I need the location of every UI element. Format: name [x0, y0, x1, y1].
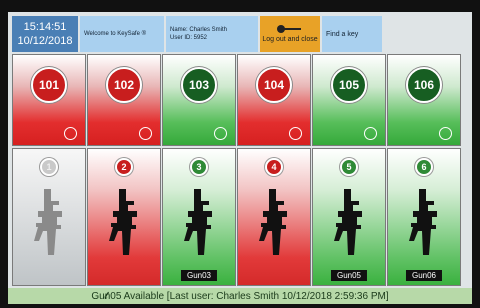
key-slot-103[interactable]: 103 — [162, 54, 236, 146]
slot-number: 105 — [331, 67, 367, 103]
key-slot-104[interactable]: 104 — [237, 54, 311, 146]
gun-slot-2[interactable]: 2 — [87, 148, 161, 286]
welcome-banner: Welcome to KeySafe ® — [80, 16, 164, 52]
slot-number: 102 — [106, 67, 142, 103]
logout-label: Log out and close — [262, 36, 318, 43]
rifle-icon — [184, 189, 212, 255]
slot-indicator-icon — [214, 127, 227, 140]
slot-indicator-icon — [439, 127, 452, 140]
keysafe-screen: 15:14:51 10/12/2018 Welcome to KeySafe ®… — [8, 12, 472, 304]
slot-number: 5 — [340, 158, 358, 176]
logout-button[interactable]: Log out and close — [260, 16, 320, 52]
gun-label: Gun03 — [180, 270, 218, 281]
gun-slot-3[interactable]: 3 Gun03 — [162, 148, 236, 286]
find-key-button[interactable]: Find a key — [322, 16, 382, 52]
rifle-icon — [334, 189, 362, 255]
tool-icon: 𝓉 — [104, 289, 108, 302]
rifle-icon — [109, 189, 137, 255]
user-id: User ID: 5952 — [170, 35, 208, 41]
slot-number: 104 — [256, 67, 292, 103]
user-name: Name: Charles Smith — [170, 27, 228, 33]
gun-slot-6[interactable]: 6 Gun06 — [387, 148, 461, 286]
key-slot-105[interactable]: 105 — [312, 54, 386, 146]
status-text: Gun05 Available [Last user: Charles Smit… — [91, 290, 389, 302]
slot-number: 106 — [406, 67, 442, 103]
gun-slot-1[interactable]: 1 — [12, 148, 86, 286]
device-bezel: 15:14:51 10/12/2018 Welcome to KeySafe ®… — [0, 0, 480, 308]
rifle-icon — [409, 189, 437, 255]
slot-number: 4 — [265, 158, 283, 176]
slot-number: 103 — [181, 67, 217, 103]
clock-time: 15:14:51 — [23, 21, 67, 33]
user-info: Name: Charles Smith User ID: 5952 — [166, 16, 258, 52]
gun-slot-4[interactable]: 4 — [237, 148, 311, 286]
slot-indicator-icon — [289, 127, 302, 140]
status-bar: 𝓉 Gun05 Available [Last user: Charles Sm… — [8, 288, 472, 304]
slot-number: 1 — [40, 158, 58, 176]
gun-label: Gun05 — [330, 270, 368, 281]
slot-number: 6 — [415, 158, 433, 176]
slot-number: 3 — [190, 158, 208, 176]
clock-date: 10/12/2018 — [17, 35, 73, 47]
gun-slot-5[interactable]: 5 Gun05 — [312, 148, 386, 286]
rifle-icon — [34, 189, 62, 255]
key-slot-101[interactable]: 101 — [12, 54, 86, 146]
rifle-icon — [259, 189, 287, 255]
key-slot-106[interactable]: 106 — [387, 54, 461, 146]
gun-label: Gun06 — [405, 270, 443, 281]
slot-indicator-icon — [64, 127, 77, 140]
key-slot-102[interactable]: 102 — [87, 54, 161, 146]
slot-number: 2 — [115, 158, 133, 176]
slot-number: 101 — [31, 67, 67, 103]
slot-indicator-icon — [364, 127, 377, 140]
key-icon — [277, 25, 303, 33]
slot-indicator-icon — [139, 127, 152, 140]
clock-panel: 15:14:51 10/12/2018 — [12, 16, 78, 52]
